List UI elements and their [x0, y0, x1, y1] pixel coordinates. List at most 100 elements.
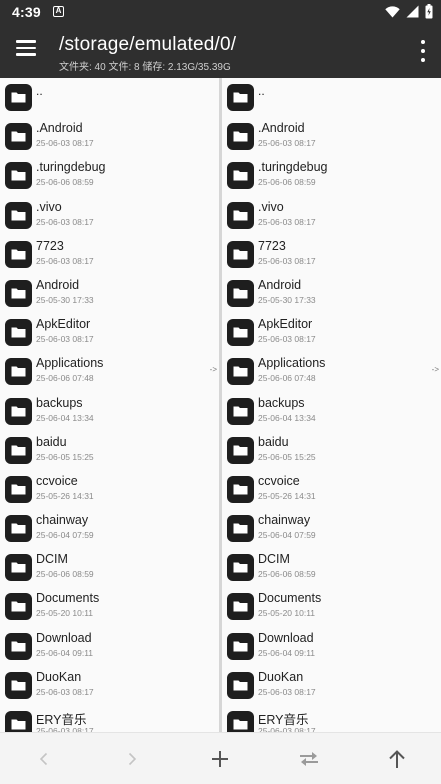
folder-icon — [5, 319, 32, 347]
file-name: 7723 — [258, 238, 286, 253]
file-date: 25-06-06 07:48 — [36, 373, 94, 384]
file-row[interactable]: .turingdebug 25-06-06 08:59 — [222, 156, 441, 195]
file-date: 25-06-04 09:11 — [36, 647, 94, 658]
file-row[interactable]: 7723 25-06-03 08:17 — [222, 235, 441, 274]
file-name: .. — [258, 84, 265, 98]
file-name: .. — [36, 84, 43, 98]
forward-icon[interactable] — [120, 747, 144, 771]
app-bar: /storage/emulated/0/ 文件夹: 40 文件: 8 储存: 2… — [0, 24, 441, 78]
more-options-icon[interactable] — [419, 40, 427, 62]
file-row[interactable]: ERY音乐 25-06-03 08:17 — [0, 705, 219, 732]
folder-icon — [5, 279, 32, 307]
file-row[interactable]: Download 25-06-04 09:11 — [222, 627, 441, 666]
right-file-pane[interactable]: .. .Android 25-06-03 08:17 .turingdebug 25-0… — [222, 78, 441, 732]
file-name: DCIM — [258, 552, 290, 567]
folder-icon — [227, 84, 254, 111]
file-date: 25-06-06 07:48 — [258, 373, 316, 384]
file-name: baidu — [258, 434, 289, 449]
file-date: 25-06-03 08:17 — [258, 686, 316, 697]
folder-icon — [227, 554, 254, 582]
folder-icon — [5, 671, 32, 699]
file-row[interactable]: Documents 25-05-20 10:11 — [0, 587, 219, 626]
swap-icon[interactable] — [297, 747, 321, 771]
folder-icon — [5, 515, 32, 543]
wifi-icon — [385, 5, 400, 17]
folder-icon — [5, 162, 32, 190]
file-name: Documents — [36, 591, 100, 606]
add-icon[interactable] — [208, 747, 232, 771]
file-row[interactable]: baidu 25-06-05 15:25 — [0, 431, 219, 470]
folder-icon — [227, 711, 254, 732]
file-row[interactable]: Android 25-05-30 17:33 — [0, 274, 219, 313]
file-row[interactable]: DCIM 25-06-06 08:59 — [0, 548, 219, 587]
file-row[interactable]: .Android 25-06-03 08:17 — [0, 117, 219, 156]
file-date: 25-06-04 07:59 — [258, 530, 316, 541]
folder-icon — [227, 671, 254, 699]
file-date: 25-06-06 08:59 — [36, 177, 94, 188]
file-row[interactable]: Android 25-05-30 17:33 — [222, 274, 441, 313]
file-row[interactable]: .Android 25-06-03 08:17 — [222, 117, 441, 156]
file-name: Download — [36, 630, 92, 645]
file-row[interactable]: ERY音乐 25-06-03 08:17 — [222, 705, 441, 732]
file-row[interactable]: Download 25-06-04 09:11 — [0, 627, 219, 666]
status-bar: 4:39 A — [0, 0, 441, 24]
up-arrow-icon[interactable] — [385, 747, 409, 771]
file-name: .vivo — [258, 199, 284, 214]
file-row[interactable]: ApkEditor 25-06-03 08:17 — [222, 313, 441, 352]
file-name: ccvoice — [258, 473, 300, 488]
file-row[interactable]: backups 25-06-04 13:34 — [0, 392, 219, 431]
parent-directory-row[interactable]: .. — [222, 78, 441, 117]
file-row[interactable]: DuoKan 25-06-03 08:17 — [222, 666, 441, 705]
folder-icon — [227, 593, 254, 621]
current-path: /storage/emulated/0/ — [59, 34, 237, 55]
file-row[interactable]: ApkEditor 25-06-03 08:17 — [0, 313, 219, 352]
file-row[interactable]: ccvoice 25-05-26 14:31 — [222, 470, 441, 509]
folder-icon — [227, 240, 254, 268]
file-name: Download — [258, 630, 314, 645]
folder-icon — [5, 632, 32, 660]
back-icon[interactable] — [32, 747, 56, 771]
file-row[interactable]: .vivo 25-06-03 08:17 — [0, 196, 219, 235]
folder-icon — [227, 201, 254, 229]
file-date: 25-05-30 17:33 — [258, 294, 316, 305]
file-name: chainway — [36, 513, 89, 528]
file-row[interactable]: chainway 25-06-04 07:59 — [0, 509, 219, 548]
folder-icon — [5, 240, 32, 268]
file-row[interactable]: .turingdebug 25-06-06 08:59 — [0, 156, 219, 195]
file-row[interactable]: .vivo 25-06-03 08:17 — [222, 196, 441, 235]
folder-icon — [227, 515, 254, 543]
dual-pane-container: .. .Android 25-06-03 08:17 .turingdebug 25-0… — [0, 78, 441, 732]
folder-icon — [5, 84, 32, 111]
file-date: 25-06-06 08:59 — [258, 177, 316, 188]
file-row[interactable]: DuoKan 25-06-03 08:17 — [0, 666, 219, 705]
file-row[interactable]: Applications 25-06-06 07:48 -> — [0, 352, 219, 391]
menu-icon[interactable] — [16, 40, 38, 58]
file-row[interactable]: DCIM 25-06-06 08:59 — [222, 548, 441, 587]
parent-directory-row[interactable]: .. — [0, 78, 219, 117]
folder-icon — [5, 711, 32, 732]
file-row[interactable]: chainway 25-06-04 07:59 — [222, 509, 441, 548]
file-name: 7723 — [36, 238, 64, 253]
folder-icon — [5, 201, 32, 229]
file-row[interactable]: backups 25-06-04 13:34 — [222, 392, 441, 431]
file-name: ApkEditor — [258, 317, 313, 332]
folder-icon — [227, 358, 254, 386]
file-date: 25-06-03 08:17 — [36, 216, 94, 227]
file-row[interactable]: baidu 25-06-05 15:25 — [222, 431, 441, 470]
folder-icon — [5, 358, 32, 386]
left-file-pane[interactable]: .. .Android 25-06-03 08:17 .turingdebug 25-0… — [0, 78, 219, 732]
folder-icon — [227, 397, 254, 425]
file-date: 25-06-03 08:17 — [36, 255, 94, 266]
file-name: Applications — [258, 356, 326, 371]
file-date: 25-06-03 08:17 — [36, 686, 94, 697]
storage-stats: 文件夹: 40 文件: 8 储存: 2.13G/35.39G — [59, 62, 231, 73]
folder-icon — [227, 632, 254, 660]
file-name: Applications — [36, 356, 104, 371]
file-name: .Android — [258, 121, 305, 136]
file-row[interactable]: Documents 25-05-20 10:11 — [222, 587, 441, 626]
file-row[interactable]: ccvoice 25-05-26 14:31 — [0, 470, 219, 509]
file-date: 25-06-03 08:17 — [258, 334, 316, 345]
file-row[interactable]: Applications 25-06-06 07:48 -> — [222, 352, 441, 391]
folder-icon — [227, 319, 254, 347]
file-row[interactable]: 7723 25-06-03 08:17 — [0, 235, 219, 274]
